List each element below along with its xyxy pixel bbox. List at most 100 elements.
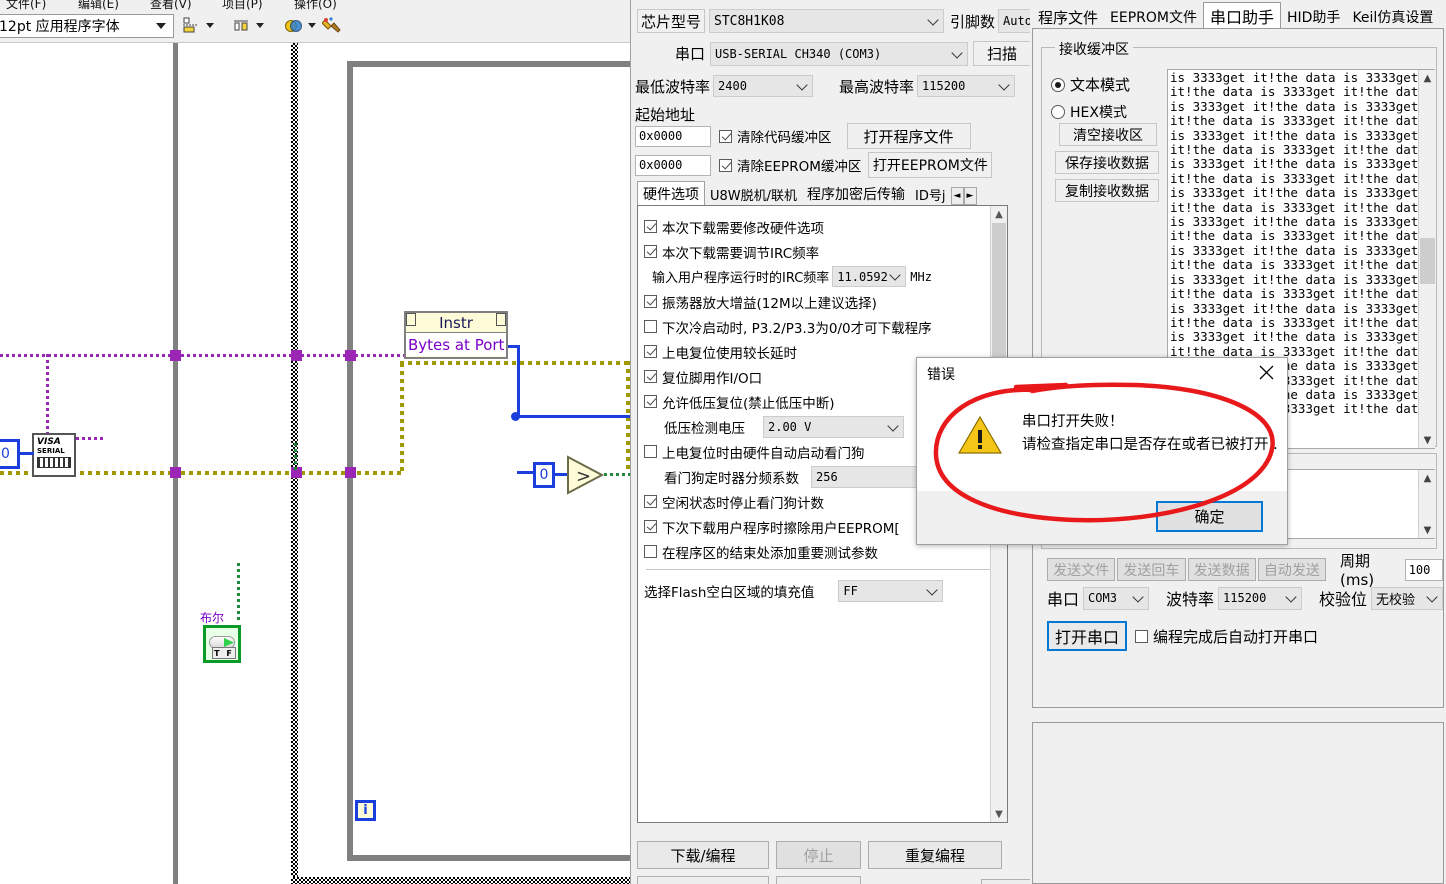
receive-scrollbar[interactable]: ▲ ▼ (1418, 70, 1435, 448)
align-objects-button[interactable] (180, 15, 216, 37)
labview-menu-bar[interactable]: 文件(F) 编辑(E) 查看(V) 项目(P) 操作(O) (0, 0, 630, 11)
checkbox-icon (719, 158, 732, 172)
eeprom-address-input[interactable]: 0x0000 (635, 154, 711, 176)
chip-model-value: STC8H1K08 (714, 13, 785, 29)
tab-keil-simulation-settings[interactable]: Keil仿真设置 (1346, 5, 1440, 29)
distribute-objects-button[interactable] (230, 15, 266, 37)
checkbox-icon (719, 129, 732, 143)
tab-encrypted-transfer[interactable]: 程序加密后传输 (802, 183, 911, 205)
menu-item-operate[interactable]: 操作(O) (294, 0, 337, 11)
serial-port-label: 串口 (1047, 590, 1080, 609)
ok-button[interactable]: 确定 (1156, 501, 1263, 532)
reorder-objects-button[interactable] (282, 15, 318, 37)
send-scrollbar[interactable]: ▲ ▼ (1418, 470, 1435, 538)
text-mode-radio[interactable]: 文本模式 (1051, 74, 1130, 95)
tab-hardware-options[interactable]: 硬件选项 (637, 181, 705, 205)
pin-count-value: Auto (1003, 14, 1032, 28)
compare-constant[interactable]: 0 (533, 462, 555, 488)
option-cold-start[interactable]: 下次冷启动时, P3.2/P3.3为0/0才可下载程序 (638, 314, 1007, 339)
cleanup-diagram-button[interactable] (320, 15, 346, 37)
menu-item-project[interactable]: 项目(P) (222, 0, 263, 11)
serial-baud-select[interactable]: 115200 (1218, 586, 1302, 610)
baud-constant[interactable]: 00 (0, 439, 20, 469)
tab-id-number[interactable]: ID号j (910, 183, 951, 205)
scroll-down-icon[interactable]: ▼ (1419, 522, 1436, 538)
period-input[interactable]: 100 (1404, 558, 1443, 581)
parity-select[interactable]: 无校验 (1371, 586, 1443, 610)
font-selector[interactable]: 12pt 应用程序字体 (0, 14, 174, 38)
serial-port-value: COM3 (1088, 591, 1117, 605)
watchdog-prescaler-select[interactable]: 256 (811, 465, 921, 488)
copy-receive-button[interactable]: 复制接收数据 (1055, 179, 1159, 202)
chevron-down-icon (156, 23, 166, 29)
visa-serial-node[interactable]: VISA SERIAL (32, 433, 76, 477)
clear-eeprom-buffer-checkbox[interactable]: 清除EEPROM缓冲区 (711, 155, 861, 175)
tab-u8w[interactable]: U8W脱机/联机 (705, 183, 803, 205)
scroll-down-icon[interactable]: ▼ (991, 806, 1007, 822)
extra-button-row-1[interactable] (637, 876, 769, 884)
extra-button-row-2[interactable] (776, 876, 861, 884)
open-program-file-button[interactable]: 打开程序文件 (846, 123, 971, 149)
repeat-program-button[interactable]: 重复编程 (868, 841, 1002, 869)
close-icon[interactable] (1245, 358, 1287, 386)
irc-frequency-select[interactable]: 11.0592 (832, 266, 907, 287)
max-baud-select[interactable]: 115200 (917, 75, 1016, 97)
serial-port-select[interactable]: COM3 (1083, 586, 1149, 610)
close-icon-glyph (1259, 365, 1273, 379)
bytes-at-port-subvi[interactable]: Instr Bytes at Port (404, 311, 508, 359)
chevron-down-icon (798, 83, 807, 92)
tab-serial-assistant[interactable]: 串口助手 (1202, 2, 1281, 29)
min-baud-select[interactable]: 2400 (713, 75, 814, 97)
open-eeprom-file-button[interactable]: 打开EEPROM文件 (868, 152, 993, 178)
tab-scroll-prev-button[interactable]: ◄ (950, 187, 964, 205)
parity-label: 校验位 (1319, 590, 1368, 609)
scrollbar-thumb[interactable] (1420, 238, 1435, 284)
boolean-control[interactable]: T F (203, 625, 241, 663)
stc-action-buttons: 下载/编程 停止 重复编程 (637, 841, 1002, 869)
chip-model-label[interactable]: 芯片型号 (637, 9, 705, 33)
scroll-up-icon[interactable]: ▲ (1419, 70, 1436, 86)
lvd-voltage-select[interactable]: 2.00 V (763, 415, 904, 438)
tab-eeprom-file[interactable]: EEPROM文件 (1104, 5, 1203, 29)
serial-assistant-tab-bar: 程序文件 EEPROM文件 串口助手 HID助手 Keil仿真设置 (1032, 2, 1440, 29)
irc-frequency-label: 输入用户程序运行时的IRC频率 (652, 271, 830, 286)
tab-hid-assistant[interactable]: HID助手 (1281, 5, 1347, 29)
open-serial-port-button[interactable]: 打开串口 (1047, 621, 1127, 651)
scroll-down-icon[interactable]: ▼ (1419, 432, 1436, 448)
menu-item-file[interactable]: 文件(F) (6, 0, 46, 11)
option-label: 振荡器放大增益(12M以上建议选择) (662, 295, 877, 312)
warning-triangle-icon (957, 415, 1003, 454)
scroll-up-icon[interactable]: ▲ (1419, 470, 1436, 486)
option-modify-hardware[interactable]: 本次下载需要修改硬件选项 (638, 214, 1007, 239)
scroll-up-icon[interactable]: ▲ (991, 206, 1007, 222)
save-receive-button[interactable]: 保存接收数据 (1055, 151, 1159, 174)
hex-mode-radio[interactable]: HEX模式 (1051, 102, 1127, 122)
greater-than-function[interactable]: > (566, 455, 606, 495)
port-select[interactable]: USB-SERIAL CH340 (COM3) (710, 41, 968, 66)
period-label: 周期(ms) (1340, 552, 1375, 589)
error-dialog[interactable]: 错误 串口打开失败！ 请检查指定串口是否存在或者已被打开 . 确定 (916, 357, 1288, 545)
extra-button-row-3[interactable] (981, 879, 1031, 884)
menu-item-edit[interactable]: 编辑(E) (78, 0, 119, 11)
auto-open-after-program-checkbox[interactable]: 编程完成后自动打开串口 (1127, 624, 1318, 649)
clear-receive-button[interactable]: 清空接收区 (1059, 123, 1157, 146)
flash-fill-select[interactable]: FF (838, 579, 944, 602)
code-address-input[interactable]: 0x0000 (635, 125, 711, 147)
tab-scroll-next-button[interactable]: ► (963, 187, 977, 205)
checkbox-icon (644, 245, 657, 258)
error-wire-right (400, 361, 630, 365)
tab-program-file[interactable]: 程序文件 (1032, 5, 1105, 29)
menu-item-view[interactable]: 查看(V) (150, 0, 192, 11)
checkbox-icon (644, 345, 657, 358)
checkbox-icon (644, 520, 657, 533)
download-program-button[interactable]: 下载/编程 (637, 841, 769, 869)
auto-send-button: 自动发送 (1257, 558, 1326, 581)
chip-model-select[interactable]: STC8H1K08 (709, 9, 944, 33)
option-adjust-irc[interactable]: 本次下载需要调节IRC频率 (638, 239, 1007, 264)
option-oscillator-gain[interactable]: 振荡器放大增益(12M以上建议选择) (638, 289, 1007, 314)
status-log-panel[interactable] (1032, 722, 1444, 884)
block-diagram-canvas[interactable]: 00 VISA SERIAL Instr Bytes at Port 0 (0, 43, 630, 884)
clear-code-buffer-checkbox[interactable]: 清除代码缓冲区 (711, 126, 832, 146)
iteration-terminal[interactable]: i (355, 800, 376, 821)
scan-button[interactable]: 扫描 (973, 41, 1031, 66)
